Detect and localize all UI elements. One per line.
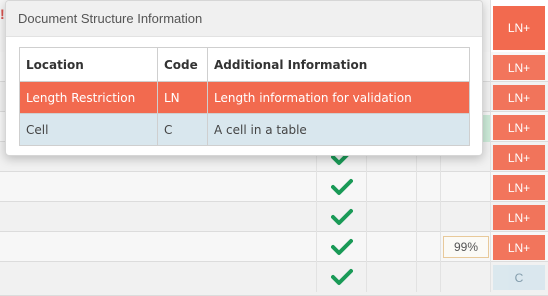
tag-cell: LN+	[490, 172, 548, 202]
grid-cell	[416, 262, 440, 292]
document-structure-popover: Document Structure Information Location …	[5, 0, 483, 156]
grid-cell	[416, 232, 440, 262]
percent-cell: 99%	[440, 232, 490, 262]
row-tag[interactable]: LN+	[493, 55, 545, 80]
row-tag[interactable]: LN+	[493, 115, 545, 140]
document-grid-view: ! LN+ LN+ LN+ LN+ LN+ LN+ LN+ 99% LN+ C …	[0, 0, 548, 296]
info-cell: Length information for validation	[207, 81, 470, 114]
row-tag[interactable]: LN+	[493, 145, 545, 170]
info-cell: A cell in a table	[207, 113, 470, 146]
grid-cell	[416, 172, 440, 202]
tag-cell: LN+	[490, 232, 548, 262]
check-icon	[331, 179, 353, 195]
grid-cell	[366, 202, 416, 232]
percent-cell	[440, 172, 490, 202]
table-header-row: Location Code Additional Information	[19, 47, 470, 82]
grid-row[interactable]: LN+	[0, 172, 548, 202]
row-tag[interactable]: LN+	[493, 85, 545, 110]
tag-cell: LN+	[490, 202, 548, 232]
tag-cell: LN+	[490, 112, 548, 142]
check-cell	[316, 232, 366, 262]
grid-cell	[366, 172, 416, 202]
percent-value[interactable]: 99%	[443, 236, 489, 258]
grid-row[interactable]: C	[0, 262, 548, 296]
tag-cell: LN+	[490, 52, 548, 82]
percent-cell	[440, 262, 490, 292]
table-row: Cell C A cell in a table	[19, 113, 470, 146]
grid-row[interactable]: 99% LN+	[0, 232, 548, 262]
row-tag[interactable]: LN+	[493, 235, 545, 260]
percent-cell	[440, 202, 490, 232]
tag-cell: LN+	[490, 142, 548, 172]
table-row: Length Restriction LN Length information…	[19, 81, 470, 114]
structure-info-table: Location Code Additional Information Len…	[19, 47, 470, 146]
row-tag[interactable]: LN+	[493, 205, 545, 230]
check-icon	[331, 209, 353, 225]
check-cell	[316, 202, 366, 232]
grid-cell	[366, 232, 416, 262]
tag-cell: LN+	[490, 82, 548, 112]
popover-header: Document Structure Information	[6, 1, 482, 37]
row-tag[interactable]: C	[493, 265, 545, 290]
column-header-location: Location	[19, 47, 158, 82]
check-icon	[331, 239, 353, 255]
status-strip	[482, 115, 490, 142]
location-cell: Length Restriction	[19, 81, 158, 114]
row-tag[interactable]: LN+	[493, 175, 545, 200]
code-cell: C	[157, 113, 208, 146]
check-cell	[316, 172, 366, 202]
header-tag-ln-plus[interactable]: LN+	[493, 6, 545, 50]
grid-cell	[366, 262, 416, 292]
grid-row[interactable]: LN+	[0, 202, 548, 232]
tag-cell: C	[490, 262, 548, 292]
header-tag-cell: LN+	[490, 0, 548, 52]
column-header-info: Additional Information	[207, 47, 470, 82]
location-cell: Cell	[19, 113, 158, 146]
grid-cell	[416, 202, 440, 232]
check-cell	[316, 262, 366, 292]
check-icon	[331, 269, 353, 285]
column-header-code: Code	[157, 47, 208, 82]
code-cell: LN	[157, 81, 208, 114]
popover-title: Document Structure Information	[18, 11, 203, 26]
